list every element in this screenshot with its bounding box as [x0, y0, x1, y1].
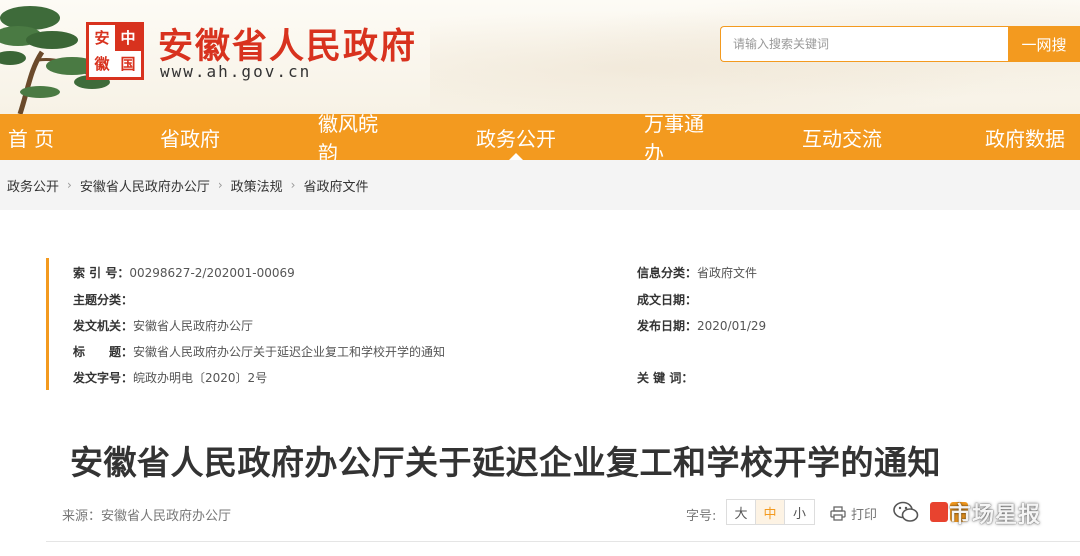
font-size-label: 字号:: [686, 509, 717, 524]
watermark-text: 市场星报: [949, 503, 1042, 528]
info-keywords-row: 关 键 词：: [637, 369, 693, 386]
info-label: 关 键 词：: [637, 371, 694, 385]
font-size-medium-button[interactable]: 中: [756, 500, 785, 524]
info-label: 主题分类：: [73, 293, 134, 307]
seal-char: 徽: [89, 51, 115, 77]
info-label: 发文字号：: [73, 371, 134, 385]
info-label: 发文机关：: [73, 319, 134, 333]
seal-char: 安: [94, 28, 110, 47]
info-created-row: 成文日期：: [637, 291, 697, 308]
info-value: 2020/01/29: [697, 319, 767, 333]
nav-item-home[interactable]: 首 页: [0, 114, 62, 160]
nav-item-services[interactable]: 万事通办: [644, 112, 714, 165]
article-title: 安徽省人民政府办公厅关于延迟企业复工和学校开学的通知: [70, 443, 941, 482]
breadcrumb: 政务公开 › 安徽省人民政府办公厅 › 政策法规 › 省政府文件: [0, 160, 1080, 210]
nav-item-province-gov[interactable]: 省政府: [62, 114, 318, 160]
font-size-small-button[interactable]: 小: [785, 500, 814, 524]
nav-item-culture[interactable]: 徽风皖韵: [318, 112, 388, 165]
breadcrumb-separator-icon: ›: [67, 178, 72, 192]
site-header: 安 中 徽 国 安徽省人民政府 www.ah.gov.cn 一网搜: [0, 0, 1080, 114]
site-url: www.ah.gov.cn: [160, 62, 312, 81]
main-nav: 首 页 省政府 徽风皖韵 政务公开 万事通办 互动交流 政府数据: [0, 112, 1080, 165]
print-label: 打印: [851, 508, 878, 523]
nav-item-gov-data[interactable]: 政府数据: [970, 114, 1080, 160]
info-value: 安徽省人民政府办公厅关于延迟企业复工和学校开学的通知: [133, 345, 446, 359]
search-input[interactable]: [733, 37, 997, 51]
font-size-large-button[interactable]: 大: [727, 500, 756, 524]
breadcrumb-item[interactable]: 政策法规: [231, 176, 283, 195]
breadcrumb-item[interactable]: 省政府文件: [303, 176, 368, 195]
info-published-row: 发布日期：2020/01/29: [637, 317, 766, 334]
info-title-row: 标 题：安徽省人民政府办公厅关于延迟企业复工和学校开学的通知: [73, 343, 445, 360]
seal-char: 中: [115, 25, 141, 51]
info-index-row: 索 引 号：00298627-2/202001-00069: [73, 264, 295, 281]
info-label: 标 题：: [73, 345, 134, 359]
info-label: 发布日期：: [637, 319, 698, 333]
info-docno-row: 发文字号：皖政办明电〔2020〕2号: [73, 369, 267, 386]
font-size-selector: 大 中 小: [726, 499, 815, 525]
print-button[interactable]: 打印: [830, 504, 877, 523]
search-field[interactable]: [720, 26, 1009, 62]
info-value: 00298627-2/202001-00069: [129, 266, 295, 280]
site-logo-seal[interactable]: 安 中 徽 国: [86, 22, 144, 80]
divider: [46, 541, 1080, 542]
printer-icon: [830, 506, 846, 521]
info-value: 省政府文件: [697, 266, 758, 280]
info-category-row: 信息分类：省政府文件: [637, 264, 757, 281]
info-topic-row: 主题分类：: [73, 291, 133, 308]
article-source: 来源：安徽省人民政府办公厅: [62, 509, 232, 524]
info-value: 安徽省人民政府办公厅: [133, 319, 254, 333]
info-label: 索 引 号：: [73, 266, 130, 280]
breadcrumb-item[interactable]: 政务公开: [7, 176, 59, 195]
info-value: 皖政办明电〔2020〕2号: [133, 371, 268, 385]
seal-char: 国: [120, 54, 136, 73]
breadcrumb-separator-icon: ›: [290, 178, 296, 192]
breadcrumb-separator-icon: ›: [217, 178, 223, 192]
info-label: 成文日期：: [637, 293, 698, 307]
nav-item-gov-affairs[interactable]: 政务公开: [388, 114, 644, 160]
nav-item-interaction[interactable]: 互动交流: [714, 114, 970, 160]
info-label: 信息分类：: [637, 266, 698, 280]
document-info-panel: 索 引 号：00298627-2/202001-00069 信息分类：省政府文件…: [46, 258, 1080, 390]
article-meta-bar: 来源：安徽省人民政府办公厅 字号: 大 中 小 打印 市场星报: [0, 496, 1080, 530]
search-button[interactable]: 一网搜: [1008, 26, 1080, 62]
wechat-share-icon[interactable]: [893, 500, 919, 524]
info-issuer-row: 发文机关：安徽省人民政府办公厅: [73, 317, 253, 334]
breadcrumb-item[interactable]: 安徽省人民政府办公厅: [80, 176, 210, 195]
